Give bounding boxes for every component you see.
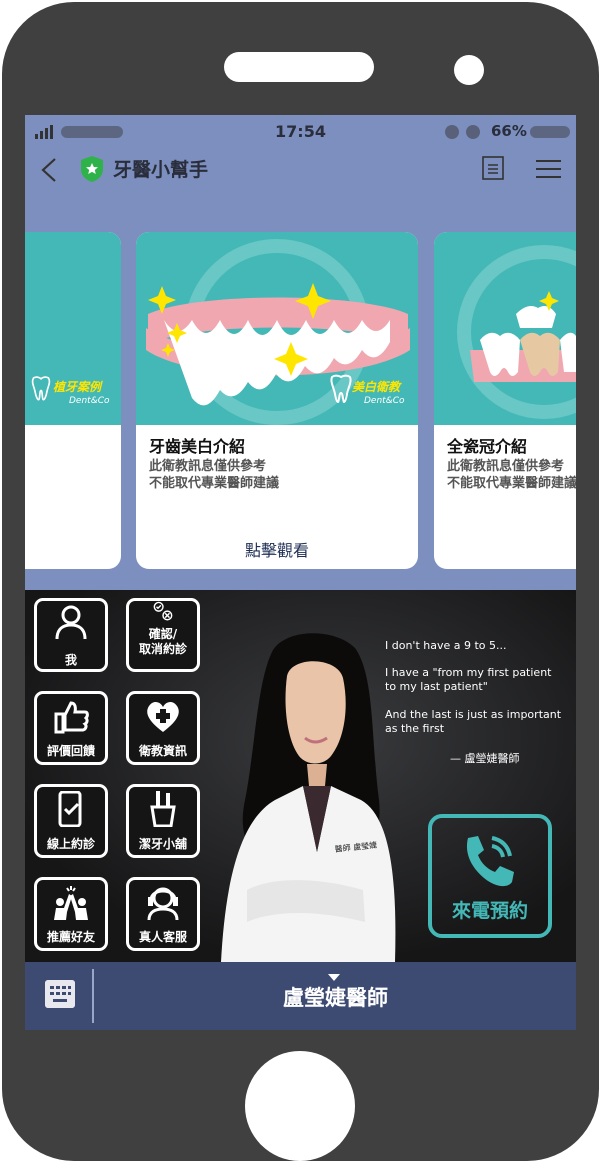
headset-agent-icon xyxy=(147,887,179,920)
quote-line: And the last is just as important xyxy=(385,708,562,721)
card-brand: 美白衛教 xyxy=(352,380,401,394)
chat-title: 牙醫小幫手 xyxy=(113,159,209,181)
quote-line: to my last patient" xyxy=(385,680,488,693)
card-brand-sub: Dent&Co xyxy=(364,396,405,406)
menu-toggle-arrow-icon[interactable] xyxy=(328,974,340,981)
quote-line: I don't have a 9 to 5... xyxy=(385,639,507,652)
menu-button-confirm-cancel[interactable]: 確認/ 取消約診 xyxy=(126,598,200,672)
rich-menu: 醫師 盧瑩婕 我 確認/ 取消約診 評價回饋 衛教資訊 線上約診 潔牙小舖 推薦… xyxy=(25,590,576,962)
label-line: 確認/ xyxy=(148,627,178,641)
menu-button-refer-friend[interactable]: 推薦好友 xyxy=(34,877,108,951)
call-booking-button[interactable]: 來電預約 xyxy=(428,814,552,938)
menu-button-label: 確認/ 取消約診 xyxy=(129,627,197,657)
phone-call-icon xyxy=(466,836,514,887)
toothbrush-cup-icon xyxy=(150,791,176,827)
carousel-card-whitening[interactable]: 美白衛教 Dent&Co 牙齒美白介紹 此衛教訊息僅供參考 不能取代專業醫師建議… xyxy=(136,232,418,569)
card-desc-line: 此衛教訊息僅供參考 xyxy=(447,459,565,474)
card-description: 此衛教訊息僅供參考 不能取代專業醫師建議 xyxy=(447,458,576,492)
menu-button-education[interactable]: 衛教資訊 xyxy=(126,691,200,765)
card-image: 美白衛教 Dent&Co xyxy=(136,232,418,425)
rich-menu-title[interactable]: 盧瑩婕醫師 xyxy=(95,982,576,1012)
high-five-icon xyxy=(54,886,88,920)
menu-button-online-booking[interactable]: 線上約診 xyxy=(34,784,108,858)
card-image: 植牙案例 Dent&Co xyxy=(25,232,121,425)
carousel-card-crown[interactable]: 全瓷冠介紹 此衛教訊息僅供參考 不能取代專業醫師建議 xyxy=(434,232,576,569)
quote-line: I have a "from my first patient xyxy=(385,666,552,679)
divider xyxy=(92,969,94,1023)
card-title: 牙齒美白介紹 xyxy=(149,437,246,456)
card-brand: 植牙案例 xyxy=(53,380,102,394)
menu-button-label: 真人客服 xyxy=(138,930,187,944)
check-cancel-icon xyxy=(153,601,173,621)
hamburger-menu-icon[interactable] xyxy=(536,160,561,178)
rich-menu-bar: 盧瑩婕醫師 xyxy=(25,962,576,1030)
battery-icon xyxy=(530,126,570,138)
menu-button-me[interactable]: 我 xyxy=(34,598,108,672)
crown-teeth-icon xyxy=(457,245,576,419)
verified-shield-icon xyxy=(81,156,103,182)
card-view-button[interactable]: 點擊觀看 xyxy=(136,537,418,561)
thumbs-up-icon xyxy=(54,701,89,734)
back-chevron-icon[interactable] xyxy=(38,157,62,183)
phone-screen: 17:54 66% 牙醫小幫手 植牙案例 Dent&Co 美白衛教 Dent&C… xyxy=(25,115,576,1030)
battery-level: 66% xyxy=(491,122,527,140)
status-dot xyxy=(466,125,480,139)
carousel-card-implant[interactable]: 植牙案例 Dent&Co xyxy=(25,232,121,569)
label-line: 取消約診 xyxy=(138,642,187,656)
card-description: 此衛教訊息僅供參考 不能取代專業醫師建議 xyxy=(149,458,279,492)
quote-line: as the first xyxy=(385,722,445,735)
menu-button-label: 推薦好友 xyxy=(46,930,95,944)
tooth-logo-icon xyxy=(31,376,51,401)
chat-header: 牙醫小幫手 xyxy=(25,151,576,187)
card-desc-line: 此衛教訊息僅供參考 xyxy=(149,459,267,474)
menu-button-label: 評價回饋 xyxy=(46,744,95,758)
menu-button-live-support[interactable]: 真人客服 xyxy=(126,877,200,951)
menu-button-rating[interactable]: 評價回饋 xyxy=(34,691,108,765)
person-icon xyxy=(55,605,87,640)
menu-button-label: 衛教資訊 xyxy=(138,744,187,758)
note-icon[interactable] xyxy=(482,156,504,180)
menu-button-shop[interactable]: 潔牙小舖 xyxy=(126,784,200,858)
keyboard-icon[interactable] xyxy=(45,980,75,1008)
card-desc-line: 不能取代專業醫師建議 xyxy=(447,476,576,491)
heart-plus-icon xyxy=(147,701,179,732)
menu-button-label: 線上約診 xyxy=(46,837,95,851)
card-title: 全瓷冠介紹 xyxy=(447,437,528,456)
call-booking-label: 來電預約 xyxy=(451,900,528,922)
status-bar: 17:54 66% xyxy=(25,115,576,149)
quote-signature: — 盧瑩婕醫師 xyxy=(450,752,520,765)
status-dot xyxy=(445,125,459,139)
home-button[interactable] xyxy=(245,1051,355,1161)
card-brand-sub: Dent&Co xyxy=(69,396,110,406)
card-image xyxy=(434,232,576,425)
front-camera xyxy=(454,55,484,85)
menu-button-label: 我 xyxy=(64,653,77,667)
speaker-slot xyxy=(224,52,374,82)
card-desc-line: 不能取代專業醫師建議 xyxy=(149,476,280,491)
menu-button-label: 潔牙小舖 xyxy=(138,837,187,851)
phone-check-icon xyxy=(58,791,82,827)
